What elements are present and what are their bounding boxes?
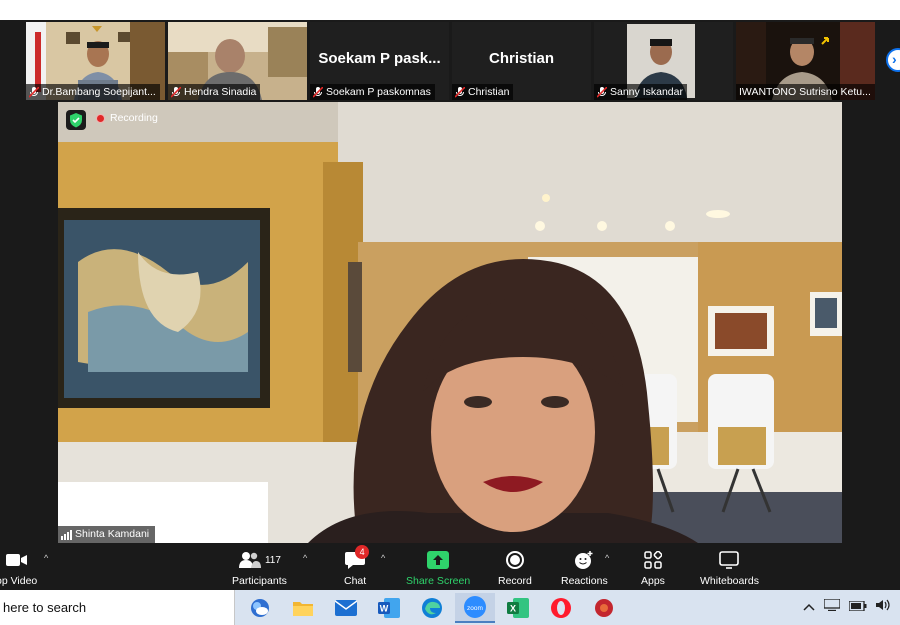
share-screen-icon: [427, 551, 450, 569]
record-dot-icon: [96, 113, 105, 123]
muted-mic-icon: [29, 86, 39, 98]
share-screen-button[interactable]: Share Screen: [406, 549, 470, 587]
speaker-video-feed: [58, 102, 842, 543]
participants-button[interactable]: 117 Participants: [232, 549, 287, 587]
participants-caret-icon[interactable]: ^: [303, 553, 307, 563]
participant-display-name: Christian: [488, 50, 554, 67]
svg-text:W: W: [380, 604, 389, 614]
record-label: Record: [498, 575, 532, 587]
reactions-caret-icon[interactable]: ^: [605, 553, 609, 563]
participant-name: Hendra Sinadia: [184, 86, 257, 98]
video-camera-icon: [5, 554, 27, 566]
meeting-toolbar: op Video ^ 117 Participants ^ 4 Chat ^ S…: [0, 543, 900, 590]
windows-taskbar: here to search W zoom X: [0, 590, 900, 625]
network-icon[interactable]: [823, 598, 841, 616]
active-speaker-video: Recording Shinta Kamdani: [58, 102, 842, 543]
reactions-label: Reactions: [561, 575, 608, 587]
participant-nameplate: Soekam P paskomnas: [310, 84, 435, 100]
participant-tile[interactable]: Hendra Sinadia: [168, 22, 307, 100]
participant-nameplate: Hendra Sinadia: [168, 84, 261, 100]
participant-name: Soekam P paskomnas: [326, 86, 431, 98]
whiteboards-button[interactable]: Whiteboards: [700, 549, 759, 587]
participant-nameplate: Christian: [452, 84, 514, 100]
participant-tile[interactable]: Soekam P pask... Soekam P paskomnas: [310, 22, 449, 100]
participant-tile[interactable]: Dr.Bambang Soepijant...: [26, 22, 165, 100]
recording-indicator: Recording: [96, 112, 158, 124]
chevron-up-icon[interactable]: [803, 598, 815, 616]
chat-label: Chat: [344, 575, 367, 587]
chat-unread-badge: 4: [355, 545, 370, 559]
recording-label: Recording: [110, 112, 158, 124]
video-label: op Video: [0, 575, 38, 587]
participant-nameplate: Dr.Bambang Soepijant...: [26, 84, 160, 100]
battery-icon[interactable]: [848, 598, 867, 616]
zoom-icon[interactable]: zoom: [455, 593, 495, 623]
participant-name: Christian: [468, 86, 510, 98]
muted-mic-icon: [313, 86, 323, 98]
record-button[interactable]: Record: [498, 549, 532, 587]
system-tray: [803, 598, 890, 616]
whiteboards-label: Whiteboards: [700, 575, 759, 587]
svg-text:X: X: [510, 604, 516, 614]
app-icon[interactable]: [584, 593, 624, 623]
opera-icon[interactable]: [541, 593, 581, 623]
muted-mic-icon: [455, 86, 465, 98]
speaker-name: Shinta Kamdani: [75, 528, 150, 540]
muted-mic-icon: [171, 86, 181, 98]
apps-label: Apps: [641, 575, 665, 587]
participant-name: Sanny Iskandar: [610, 86, 683, 98]
participant-name: Dr.Bambang Soepijant...: [42, 86, 156, 98]
svg-text:zoom: zoom: [467, 605, 483, 612]
stop-video-button[interactable]: op Video: [0, 549, 37, 587]
apps-button[interactable]: Apps: [641, 549, 665, 587]
reactions-button[interactable]: Reactions: [561, 549, 608, 587]
word-icon[interactable]: W: [369, 593, 409, 623]
security-shield-icon[interactable]: [66, 110, 86, 130]
participant-tile[interactable]: Sanny Iskandar: [594, 22, 733, 100]
taskbar-search-input[interactable]: here to search: [0, 590, 235, 625]
top-margin: [0, 0, 900, 20]
chat-button[interactable]: 4 Chat: [344, 545, 370, 587]
weather-icon[interactable]: [240, 593, 280, 623]
participants-label: Participants: [232, 575, 287, 587]
participant-nameplate: IWANTONO Sutrisno Ketu...: [736, 84, 875, 100]
participants-icon: [238, 552, 261, 568]
muted-mic-icon: [597, 86, 607, 98]
participant-strip: Dr.Bambang Soepijant... Hendra Sinadia S…: [26, 22, 875, 100]
share-screen-label: Share Screen: [406, 575, 471, 587]
participant-display-name: Soekam P pask...: [318, 50, 441, 67]
mail-icon[interactable]: [326, 593, 366, 623]
participant-tile[interactable]: IWANTONO Sutrisno Ketu...: [736, 22, 875, 100]
apps-icon: [644, 551, 662, 569]
participants-count: 117: [264, 554, 281, 566]
participant-tile[interactable]: Christian Christian: [452, 22, 591, 100]
edge-icon[interactable]: [412, 593, 452, 623]
connection-signal-icon: [61, 529, 72, 540]
smiley-icon: [575, 551, 593, 569]
excel-icon[interactable]: X: [498, 593, 538, 623]
zoom-meeting-window: Dr.Bambang Soepijant... Hendra Sinadia S…: [0, 20, 900, 590]
record-icon: [505, 551, 524, 569]
file-explorer-icon[interactable]: [283, 593, 323, 623]
whiteboard-icon: [719, 551, 740, 569]
chat-caret-icon[interactable]: ^: [381, 553, 385, 563]
chevron-right-icon[interactable]: ›: [886, 48, 900, 72]
speaker-nameplate: Shinta Kamdani: [58, 526, 156, 543]
participant-name: IWANTONO Sutrisno Ketu...: [739, 86, 871, 98]
speaker-volume-icon[interactable]: [876, 598, 890, 616]
video-options-caret-icon[interactable]: ^: [44, 553, 48, 563]
participant-nameplate: Sanny Iskandar: [594, 84, 687, 100]
